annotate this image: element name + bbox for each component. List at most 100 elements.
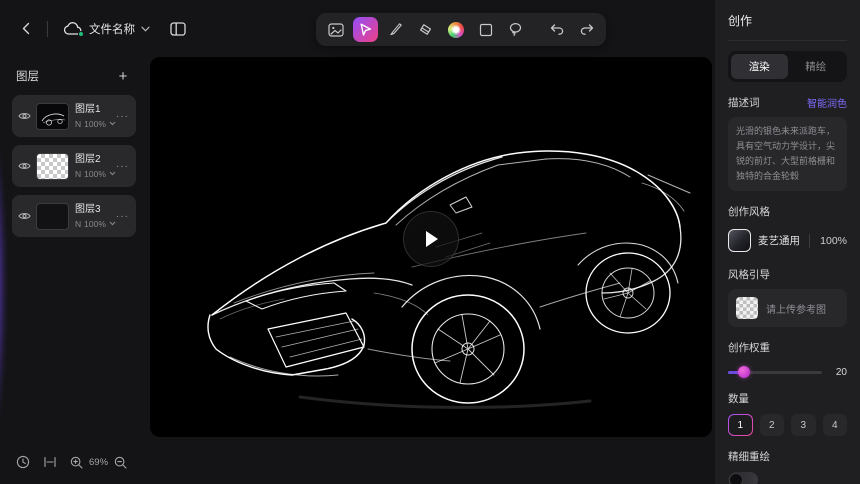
blend-mode: N: [75, 169, 81, 179]
style-thumbnail: [728, 229, 751, 252]
style-guide-header: 风格引导: [728, 267, 847, 282]
layer-blend-opacity[interactable]: N 100%: [75, 169, 116, 179]
layer-row-1[interactable]: 图层1 N 100% ···: [12, 95, 136, 137]
zoom-out-button[interactable]: [114, 456, 127, 469]
weight-header: 创作权重: [728, 340, 847, 355]
play-icon: [422, 229, 440, 249]
style-label: 创作风格: [728, 204, 770, 219]
zoom-in-icon: [70, 456, 83, 469]
chevron-down-icon: [109, 171, 116, 176]
topbar-divider: [47, 21, 48, 37]
panel-toggle-button[interactable]: [166, 17, 190, 41]
fit-to-screen-button[interactable]: [43, 456, 57, 468]
layer-more-button[interactable]: ···: [116, 111, 129, 122]
shape-tool-button[interactable]: [473, 17, 498, 42]
upload-placeholder-text: 请上传参考图: [766, 301, 826, 316]
layer-thumbnail-transparent: [36, 153, 69, 180]
refine-header: 精细重绘: [728, 449, 847, 464]
app-window: 文件名称: [0, 0, 860, 484]
clock-icon: [16, 455, 30, 469]
add-layer-button[interactable]: +: [114, 67, 132, 85]
quantity-option-1[interactable]: 1: [728, 414, 753, 436]
layer-opacity: 100%: [84, 219, 106, 229]
layer-more-button[interactable]: ···: [116, 161, 129, 172]
layer-thumbnail-sketch: [36, 103, 69, 130]
cursor-icon: [358, 22, 373, 37]
color-picker-tool-button[interactable]: [443, 17, 468, 42]
creation-panel: 创作 渲染 精绘 描述词 智能润色 光滑的银色未来派跑车，具有空气动力学设计，尖…: [715, 0, 860, 484]
weight-label: 创作权重: [728, 340, 770, 355]
layer-visibility-toggle[interactable]: [18, 161, 31, 171]
eraser-icon: [418, 22, 433, 37]
drawing-canvas[interactable]: [150, 57, 712, 437]
quantity-label: 数量: [728, 391, 749, 406]
back-button[interactable]: [14, 17, 38, 41]
quantity-option-2[interactable]: 2: [760, 414, 785, 436]
layer-name: 图层1: [75, 104, 116, 116]
layer-meta: 图层1 N 100%: [75, 104, 116, 129]
brush-icon: [388, 22, 403, 37]
rectangle-icon: [479, 23, 493, 37]
layer-visibility-toggle[interactable]: [18, 211, 31, 221]
quantity-option-4[interactable]: 4: [823, 414, 848, 436]
panel-title: 创作: [728, 12, 847, 41]
brush-tool-button[interactable]: [383, 17, 408, 42]
weight-slider[interactable]: [728, 366, 822, 378]
layers-panel: 图层 + 图层1: [0, 57, 148, 440]
layer-row-2[interactable]: 图层2 N 100% ···: [12, 145, 136, 187]
lasso-icon: [508, 22, 523, 37]
lasso-tool-button[interactable]: [503, 17, 528, 42]
quantity-option-3[interactable]: 3: [791, 414, 816, 436]
layer-meta: 图层2 N 100%: [75, 154, 116, 179]
image-icon: [328, 23, 344, 37]
zoom-in-button[interactable]: [70, 456, 83, 469]
back-arrow-icon: [19, 21, 34, 36]
refine-toggle[interactable]: [728, 472, 758, 484]
history-button[interactable]: [16, 455, 30, 469]
weight-value: 20: [831, 367, 847, 378]
style-name: 麦艺通用: [758, 233, 800, 248]
prompt-textarea[interactable]: 光滑的银色未来派跑车，具有空气动力学设计，尖锐的前灯、大型前格栅和独特的合金轮毂: [728, 117, 847, 191]
style-strength-value[interactable]: 100%: [820, 235, 847, 247]
zoom-out-icon: [114, 456, 127, 469]
smart-polish-link[interactable]: 智能润色: [807, 95, 847, 110]
style-header: 创作风格: [728, 204, 847, 219]
reference-upload-button[interactable]: 请上传参考图: [728, 289, 847, 327]
file-name-menu[interactable]: 文件名称: [57, 18, 156, 40]
prompt-label: 描述词: [728, 95, 760, 110]
tab-render[interactable]: 渲染: [731, 54, 788, 79]
select-tool-button[interactable]: [353, 17, 378, 42]
color-wheel-icon: [448, 22, 464, 38]
layer-blend-opacity[interactable]: N 100%: [75, 219, 116, 229]
undo-button[interactable]: [544, 17, 569, 42]
style-selector[interactable]: 麦艺通用 100%: [728, 227, 847, 254]
layer-name: 图层2: [75, 154, 116, 166]
layer-more-button[interactable]: ···: [116, 211, 129, 222]
blend-mode: N: [75, 219, 81, 229]
layer-meta: 图层3 N 100%: [75, 204, 116, 229]
layer-row-3[interactable]: 图层3 N 100% ···: [12, 195, 136, 237]
blend-mode: N: [75, 119, 81, 129]
layer-opacity: 100%: [84, 119, 106, 129]
chevron-down-icon: [141, 26, 150, 32]
eye-icon: [18, 211, 31, 221]
layer-visibility-toggle[interactable]: [18, 111, 31, 121]
transparent-placeholder-icon: [736, 297, 758, 319]
layer-blend-opacity[interactable]: N 100%: [75, 119, 116, 129]
eraser-tool-button[interactable]: [413, 17, 438, 42]
quantity-header: 数量: [728, 391, 847, 406]
zoom-level-label[interactable]: 69%: [89, 457, 108, 468]
chevron-down-icon: [109, 121, 116, 126]
file-name-label: 文件名称: [89, 21, 135, 37]
main-toolbar: [316, 13, 606, 46]
redo-icon: [579, 23, 595, 36]
eye-icon: [18, 161, 31, 171]
image-tool-button[interactable]: [323, 17, 348, 42]
chevron-down-icon: [109, 221, 116, 226]
sidebar-layout-icon: [170, 22, 186, 36]
tab-refine[interactable]: 精绘: [788, 54, 845, 79]
toggle-knob: [729, 473, 743, 484]
play-button[interactable]: [403, 211, 459, 267]
slider-thumb[interactable]: [738, 366, 750, 378]
redo-button[interactable]: [574, 17, 599, 42]
